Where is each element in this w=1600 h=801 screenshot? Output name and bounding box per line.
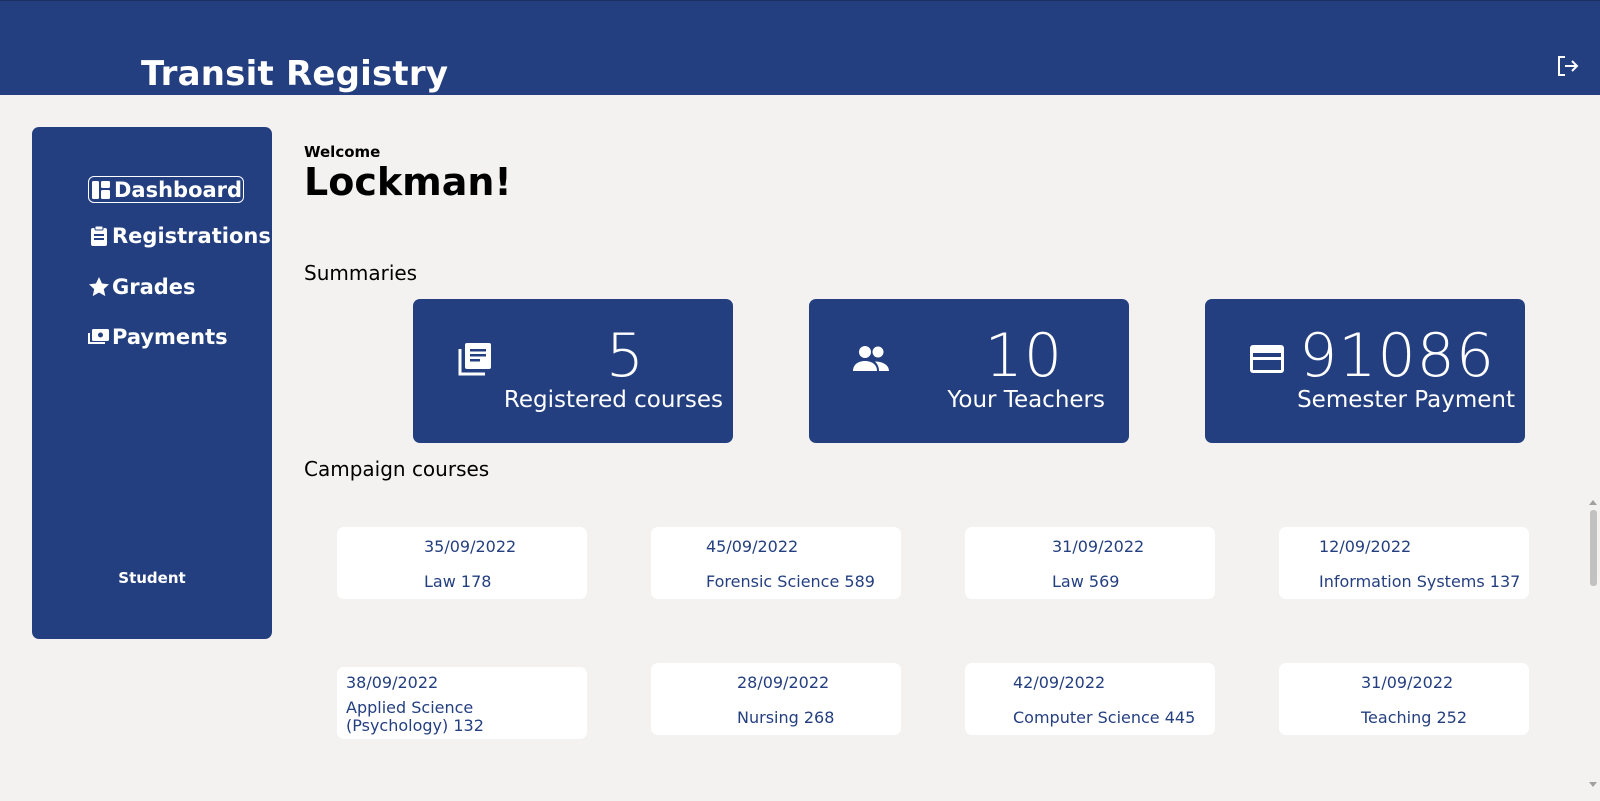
sidebar: Dashboard Registrations Grades Payments … xyxy=(32,127,272,639)
welcome-label: Welcome xyxy=(304,143,381,161)
user-name: Lockman! xyxy=(304,160,512,204)
campaign-course-card[interactable]: 28/09/2022 Nursing 268 xyxy=(651,663,901,735)
sidebar-item-label: Registrations xyxy=(112,224,271,248)
summary-label: Semester Payment xyxy=(1297,387,1515,413)
course-name: Computer Science 445 xyxy=(1013,708,1196,727)
user-role: Student xyxy=(118,569,186,587)
summary-label: Registered courses xyxy=(503,387,723,413)
campaign-course-card[interactable]: 12/09/2022 Information Systems 137 xyxy=(1279,527,1529,599)
campaign-course-card[interactable]: 35/09/2022 Law 178 xyxy=(337,527,587,599)
clipboard-icon xyxy=(91,225,107,246)
summary-label: Your Teachers xyxy=(947,387,1105,413)
course-date: 35/09/2022 xyxy=(424,537,517,556)
course-date: 45/09/2022 xyxy=(706,537,799,556)
summary-value: 91086 xyxy=(1299,321,1495,391)
course-date: 12/09/2022 xyxy=(1319,537,1412,556)
sidebar-item-dashboard[interactable]: Dashboard xyxy=(88,176,245,203)
campaign-course-card[interactable]: 31/09/2022 Law 569 xyxy=(965,527,1215,599)
payments-icon xyxy=(88,329,109,344)
course-date: 42/09/2022 xyxy=(1013,673,1106,692)
scroll-up-arrow[interactable] xyxy=(1589,500,1597,505)
campaign-course-card[interactable]: 42/09/2022 Computer Science 445 xyxy=(965,663,1215,735)
course-date: 31/09/2022 xyxy=(1052,537,1145,556)
course-name: Applied Science (Psychology) 132 xyxy=(346,698,484,735)
sidebar-item-label: Grades xyxy=(112,275,196,299)
course-date: 28/09/2022 xyxy=(737,673,830,692)
campaign-course-card[interactable]: 38/09/2022 Applied Science (Psychology) … xyxy=(337,667,587,739)
campaign-course-card[interactable]: 31/09/2022 Teaching 252 xyxy=(1279,663,1529,735)
sidebar-item-label: Payments xyxy=(112,325,228,349)
top-header: Transit Registry xyxy=(0,0,1600,95)
summary-card-payment[interactable]: 91086 Semester Payment xyxy=(1205,299,1525,443)
scroll-down-arrow[interactable] xyxy=(1589,782,1597,787)
summary-card-courses[interactable]: 5 Registered courses xyxy=(413,299,733,443)
course-name: Nursing 268 xyxy=(737,708,835,727)
summary-value: 5 xyxy=(605,321,645,391)
course-date: 31/09/2022 xyxy=(1361,673,1454,692)
credit-card-icon xyxy=(1250,345,1284,373)
library-books-icon xyxy=(458,343,491,376)
people-icon xyxy=(853,346,889,371)
app-title: Transit Registry xyxy=(141,54,449,94)
sidebar-item-payments[interactable]: Payments xyxy=(88,325,228,349)
logout-icon[interactable] xyxy=(1556,55,1580,77)
course-name: Forensic Science 589 xyxy=(706,572,875,591)
course-name: Teaching 252 xyxy=(1361,708,1468,727)
summary-value: 10 xyxy=(984,321,1063,391)
scroll-thumb[interactable] xyxy=(1590,510,1597,586)
course-name: Law 569 xyxy=(1052,572,1120,591)
star-icon xyxy=(89,277,109,297)
page-scrollbar[interactable] xyxy=(1587,498,1599,798)
dashboard-icon xyxy=(92,180,110,199)
summaries-title: Summaries xyxy=(304,261,418,285)
sidebar-item-grades[interactable]: Grades xyxy=(88,275,196,299)
course-name: Information Systems 137 xyxy=(1319,572,1521,591)
sidebar-item-registrations[interactable]: Registrations xyxy=(88,224,271,248)
campaign-courses-title: Campaign courses xyxy=(304,457,490,481)
campaign-course-card[interactable]: 45/09/2022 Forensic Science 589 xyxy=(651,527,901,599)
course-name: Law 178 xyxy=(424,572,492,591)
sidebar-item-label: Dashboard xyxy=(114,177,243,202)
course-date: 38/09/2022 xyxy=(346,673,439,692)
summary-card-teachers[interactable]: 10 Your Teachers xyxy=(809,299,1129,443)
